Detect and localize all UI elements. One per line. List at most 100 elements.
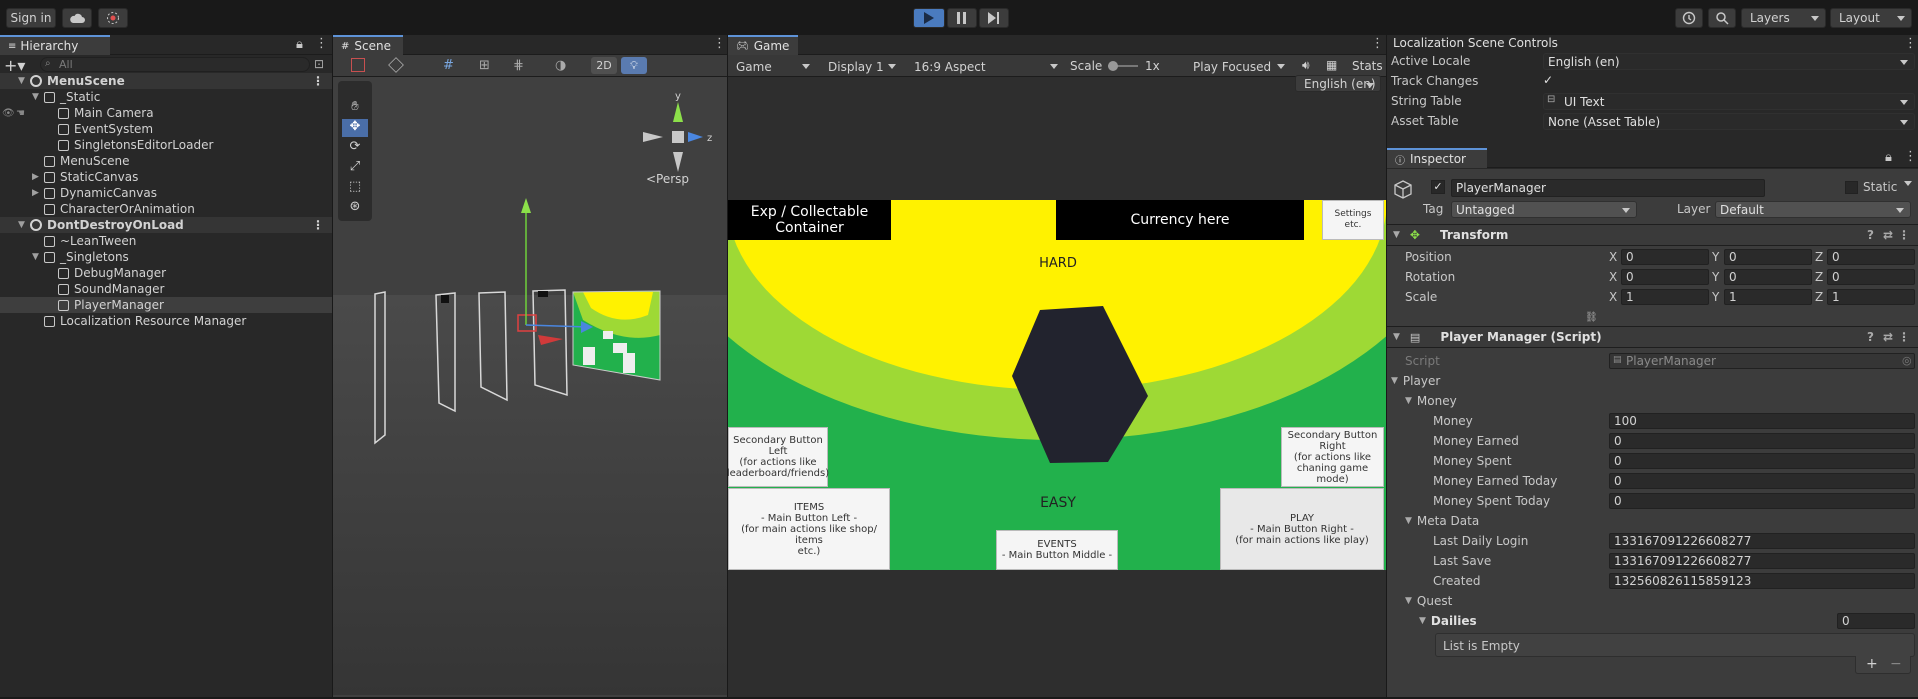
transform-header[interactable]: ▼ ✥ Transform ? ⇄ ⋮	[1387, 224, 1918, 246]
axis-label[interactable]: X	[1609, 248, 1617, 266]
presets-icon[interactable]: ⇄	[1883, 228, 1893, 242]
active-checkbox[interactable]: ✓	[1431, 180, 1445, 194]
transform-x-field[interactable]: 0	[1621, 269, 1709, 285]
hierarchy-item[interactable]: Main Camera	[0, 105, 332, 121]
hierarchy-item[interactable]: EventSystem	[0, 121, 332, 137]
hierarchy-item[interactable]: ▼ _Static	[0, 89, 332, 105]
help-icon[interactable]: ?	[1867, 228, 1874, 242]
secondary-button-right[interactable]: Secondary Button Right (for actions like…	[1281, 427, 1384, 487]
transform-z-field[interactable]: 0	[1827, 269, 1915, 285]
secondary-button-left[interactable]: Secondary Button Left (for actions like …	[728, 427, 829, 487]
kebab-menu-icon[interactable]: ⋮	[312, 218, 324, 232]
axis-label[interactable]: Z	[1815, 268, 1823, 286]
step-icon[interactable]	[979, 8, 1009, 28]
search-icon[interactable]	[1708, 8, 1736, 28]
hierarchy-scene-row[interactable]: ▼ MenuScene ⋮	[0, 73, 332, 89]
hierarchy-item[interactable]: ▶ DynamicCanvas	[0, 185, 332, 201]
events-main-button-middle[interactable]: EVENTS - Main Button Middle -	[996, 530, 1118, 570]
hierarchy-search-input[interactable]: All	[40, 57, 310, 72]
fold-arrow-icon[interactable]: ▼	[32, 252, 42, 262]
settings-button[interactable]: Settings etc.	[1322, 200, 1384, 240]
items-main-button-left[interactable]: ITEMS - Main Button Left - (for main act…	[728, 488, 890, 570]
kebab-menu-icon[interactable]: ⋮	[1904, 149, 1917, 164]
meta-foldout[interactable]: ▼ Meta Data	[1405, 512, 1479, 530]
scale-slider-handle[interactable]	[1108, 61, 1118, 71]
scene-visibility-icon[interactable]: ⊡	[314, 57, 324, 71]
axis-label[interactable]: Y	[1712, 268, 1719, 286]
static-checkbox[interactable]	[1845, 181, 1858, 194]
transform-z-field[interactable]: 1	[1827, 289, 1915, 305]
sign-in-button[interactable]: Sign in	[6, 8, 56, 28]
tab-game[interactable]: 🎮︎ Game	[728, 35, 798, 55]
lock-icon[interactable]: 🔒︎	[1885, 150, 1892, 165]
tab-inspector[interactable]: ⓘ Inspector	[1387, 148, 1487, 168]
asset-table-dropdown[interactable]: None (Asset Table)	[1543, 113, 1915, 130]
aspect-dropdown[interactable]: 16:9 Aspect	[906, 57, 1064, 77]
layer-dropdown[interactable]: Default	[1715, 201, 1911, 218]
tab-hierarchy[interactable]: ≡ Hierarchy	[0, 35, 110, 55]
axis-label[interactable]: Z	[1815, 248, 1823, 266]
static-dropdown-arrow-icon[interactable]	[1904, 181, 1912, 186]
track-changes-checkbox[interactable]: ✓	[1543, 73, 1557, 87]
render-mode-icon[interactable]	[388, 57, 404, 73]
game-mode-dropdown[interactable]: Game	[728, 57, 816, 77]
pickable-hand-icon[interactable]: ☚	[16, 108, 25, 119]
player-foldout[interactable]: ▼ Player	[1391, 372, 1440, 390]
transform-z-field[interactable]: 0	[1827, 249, 1915, 265]
align-icon[interactable]: ⋕	[513, 58, 529, 74]
play-main-button-right[interactable]: PLAY - Main Button Right - (for main act…	[1220, 488, 1384, 570]
kebab-menu-icon[interactable]: ⋮	[713, 36, 726, 51]
kebab-menu-icon[interactable]: ⋮	[312, 74, 324, 88]
pause-icon[interactable]	[947, 8, 977, 28]
visibility-eye-icon[interactable]: 👁︎	[2, 108, 15, 119]
layout-dropdown[interactable]: Layout	[1830, 8, 1912, 28]
dailies-count-field[interactable]: 0	[1837, 613, 1915, 629]
object-name-field[interactable]: PlayerManager	[1451, 179, 1765, 197]
game-view[interactable]: Exp / Collectable Container Currency her…	[728, 200, 1386, 570]
play-icon[interactable]	[913, 8, 945, 28]
player-manager-header[interactable]: ▼ ▤ Player Manager (Script) ? ⇄ ⋮	[1387, 326, 1918, 348]
axis-label[interactable]: Y	[1712, 288, 1719, 306]
kebab-menu-icon[interactable]: ⋮	[1898, 228, 1910, 242]
money-foldout[interactable]: ▼ Money	[1405, 392, 1457, 410]
toggle-2d-button[interactable]: 2D	[591, 57, 617, 74]
kebab-menu-icon[interactable]: ⋮	[315, 36, 328, 51]
fold-arrow-icon[interactable]: ▼	[18, 76, 28, 86]
display-dropdown[interactable]: Display 1	[820, 57, 902, 77]
hierarchy-item[interactable]: ~LeanTween	[0, 233, 332, 249]
object-picker-icon[interactable]: ◎	[1902, 354, 1912, 367]
hierarchy-item[interactable]: Localization Resource Manager	[0, 313, 332, 329]
hierarchy-item[interactable]: DebugManager	[0, 265, 332, 281]
string-table-dropdown[interactable]: UI Text	[1543, 93, 1915, 110]
play-focused-dropdown[interactable]: Play Focused	[1185, 57, 1291, 77]
add-element-button[interactable]: +	[1866, 656, 1878, 672]
property-value-field[interactable]: 0	[1609, 453, 1915, 469]
scene-viewport[interactable]	[333, 95, 727, 695]
remove-element-button[interactable]: −	[1890, 656, 1902, 672]
transform-x-field[interactable]: 0	[1621, 249, 1709, 265]
property-value-field[interactable]: 0	[1609, 433, 1915, 449]
fold-arrow-icon[interactable]: ▶	[32, 172, 42, 182]
axis-label[interactable]: X	[1609, 288, 1617, 306]
axis-label[interactable]: Z	[1815, 288, 1823, 306]
history-icon[interactable]	[1675, 8, 1703, 28]
hierarchy-scene-row[interactable]: ▼ DontDestroyOnLoad ⋮	[0, 217, 332, 233]
property-value-field[interactable]: 0	[1609, 473, 1915, 489]
gizmos-grid-icon[interactable]: ▦	[1326, 58, 1337, 72]
hierarchy-item[interactable]: SingletonsEditorLoader	[0, 137, 332, 153]
fold-arrow-icon[interactable]: ▼	[18, 220, 28, 230]
property-value-field[interactable]: 100	[1609, 413, 1915, 429]
tag-dropdown[interactable]: Untagged	[1451, 201, 1637, 218]
active-locale-dropdown[interactable]: English (en)	[1543, 53, 1915, 70]
hierarchy-item[interactable]: MenuScene	[0, 153, 332, 169]
hierarchy-item[interactable]: ▶ StaticCanvas	[0, 169, 332, 185]
axis-label[interactable]: Y	[1712, 248, 1719, 266]
effects-icon[interactable]: ◑	[555, 58, 571, 74]
collab-icon[interactable]	[98, 8, 128, 28]
layers-dropdown[interactable]: Layers	[1741, 8, 1826, 28]
snap-increment-icon[interactable]: ⊞	[479, 58, 495, 74]
constrain-proportions-icon[interactable]: ⛓︎	[1585, 312, 1598, 323]
presets-icon[interactable]: ⇄	[1883, 330, 1893, 344]
kebab-menu-icon[interactable]: ⋮	[1904, 36, 1917, 51]
hierarchy-item[interactable]: PlayerManager	[0, 297, 332, 313]
